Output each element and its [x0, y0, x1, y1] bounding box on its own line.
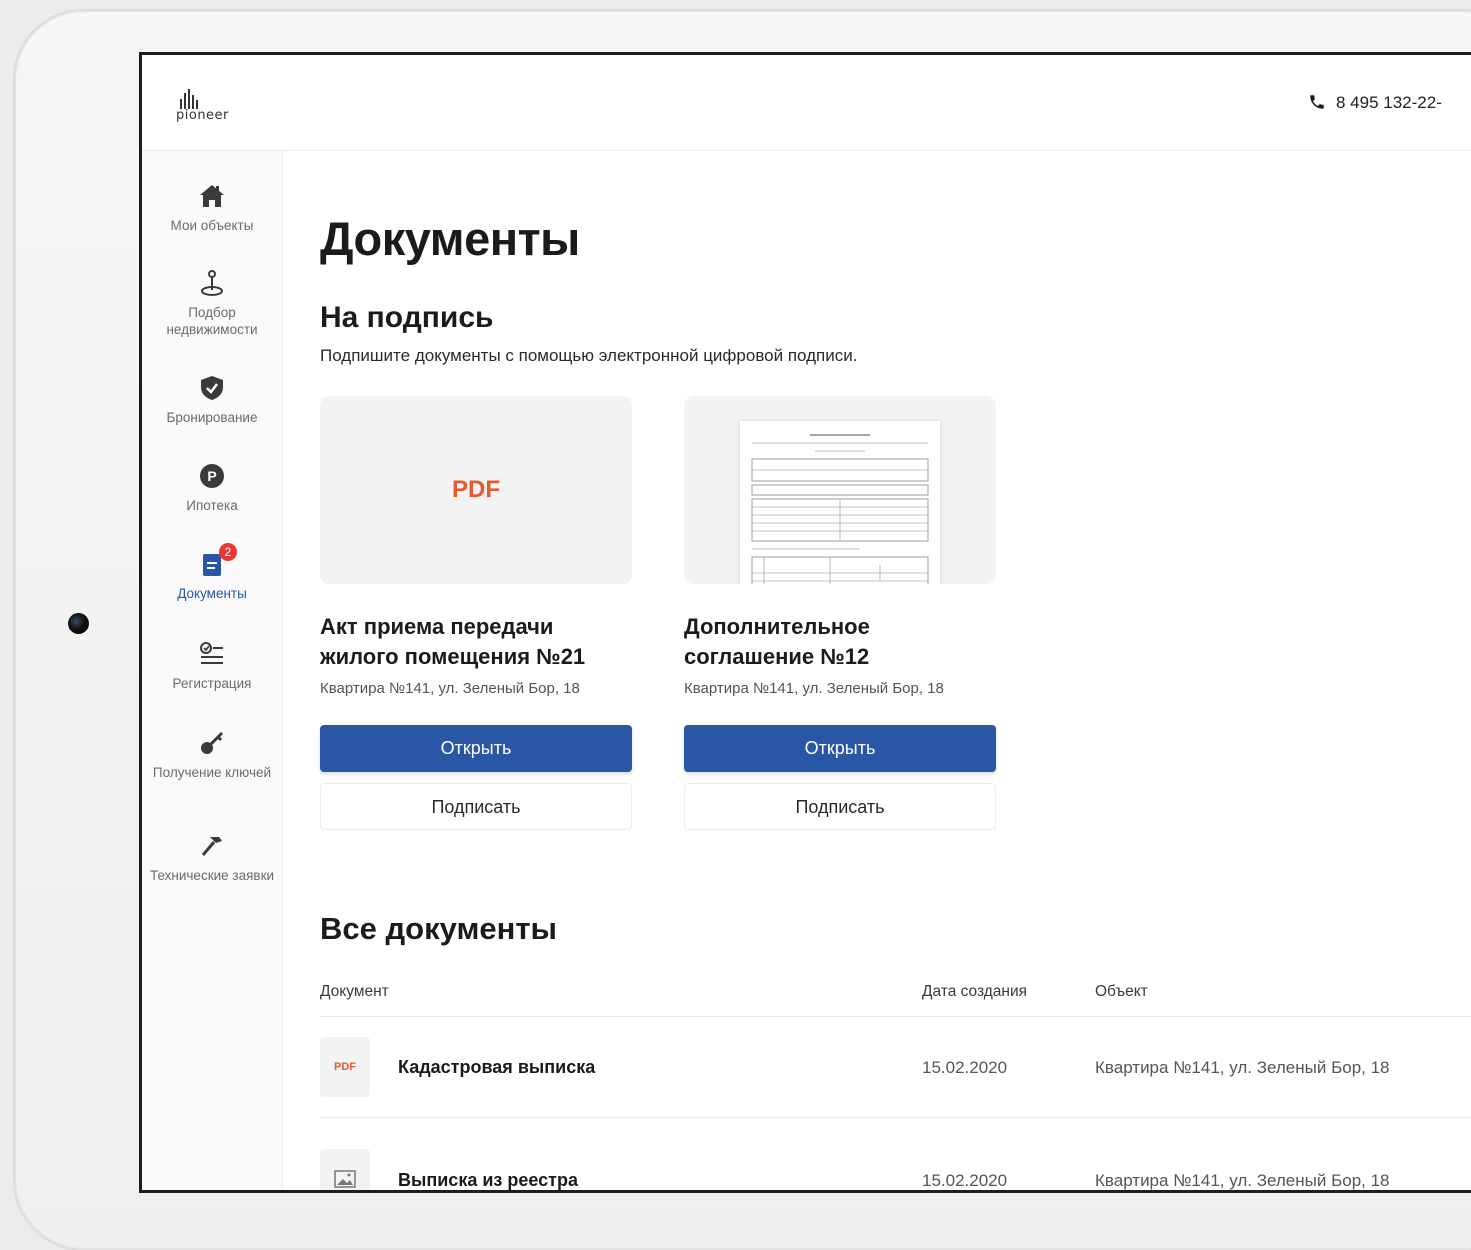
key-icon	[201, 731, 224, 754]
svg-text:P: P	[207, 468, 216, 484]
sidebar-item-documents[interactable]: 2 Документы	[142, 543, 282, 602]
sidebar-item-label: Бронирование	[166, 410, 258, 425]
sidebar-item-tech-requests[interactable]: Технические заявки	[142, 831, 282, 884]
sidebar-item-label: Мои объекты	[170, 218, 254, 233]
pioneer-logo[interactable]: pioneer	[176, 89, 256, 125]
sidebar-item-label: Ипотека	[186, 498, 238, 513]
documents-badge: 2	[219, 543, 237, 561]
row-date: 15.02.2020	[922, 1171, 1008, 1190]
sidebar-item-label: Технические заявки	[149, 868, 275, 883]
sidebar-item-label: Регистрация	[172, 676, 252, 691]
sign-button[interactable]: Подписать	[684, 783, 996, 830]
home-icon	[200, 185, 224, 207]
to-sign-title: На подпись	[320, 301, 494, 334]
image-file-icon	[320, 1149, 370, 1190]
phone-number[interactable]: 8 495 132-22-	[1308, 93, 1442, 113]
sidebar-item-booking[interactable]: Бронирование	[142, 373, 282, 426]
row-date: 15.02.2020	[922, 1058, 1008, 1077]
row-doc-name[interactable]: Выписка из реестра	[398, 1170, 578, 1190]
row-doc-name[interactable]: Кадастровая выписка	[398, 1057, 595, 1078]
sidebar-item-label: Подбор недвижимости	[166, 305, 258, 337]
open-button[interactable]: Открыть	[320, 725, 632, 772]
sign-card: PDF Акт приема передачи жилого помещения…	[320, 396, 632, 830]
open-button[interactable]: Открыть	[684, 725, 996, 772]
phone-icon	[1310, 95, 1324, 109]
card-doc-name: Акт приема передачи жилого помещения №21	[320, 614, 586, 669]
document-preview-image	[740, 421, 940, 584]
pdf-label: PDF	[452, 476, 500, 503]
all-docs-title: Все документы	[320, 911, 557, 946]
sidebar-item-keys[interactable]: Получение ключей	[142, 728, 282, 781]
sidebar-item-property-search[interactable]: Подбор недвижимости	[142, 268, 282, 338]
phone-text: 8 495 132-22-	[1336, 93, 1442, 112]
registration-checklist-icon	[200, 642, 223, 664]
logo-text: pioneer	[176, 108, 229, 123]
sidebar-item-label: Получение ключей	[152, 765, 272, 780]
sidebar-item-label: Документы	[177, 586, 247, 601]
shield-check-icon	[201, 376, 223, 400]
sign-button[interactable]: Подписать	[320, 783, 632, 830]
column-header-document[interactable]: Документ	[320, 983, 389, 1001]
table-divider	[320, 1117, 1471, 1118]
app-header: pioneer 8 495 132-22-	[142, 55, 1471, 151]
sidebar-item-registration[interactable]: Регистрация	[142, 639, 282, 692]
document-lines-graphic	[751, 434, 929, 584]
column-header-date[interactable]: Дата создания	[922, 983, 1027, 1001]
document-thumbnail[interactable]	[684, 396, 996, 584]
document-thumbnail[interactable]: PDF	[320, 396, 632, 584]
page-title: Документы	[320, 212, 580, 265]
sidebar-item-my-objects[interactable]: Мои объекты	[142, 181, 282, 234]
logo-bars-icon	[180, 89, 204, 109]
row-object: Квартира №141, ул. Зеленый Бор, 18	[1095, 1058, 1390, 1077]
hammer-icon	[201, 837, 222, 856]
card-doc-address: Квартира №141, ул. Зеленый Бор, 18	[320, 680, 580, 697]
card-doc-name: Дополнительное соглашение №12	[684, 614, 870, 669]
image-icon	[334, 1170, 356, 1188]
table-divider	[320, 1016, 1471, 1017]
main-content: Документы На подпись Подпишите документы…	[320, 151, 1471, 1190]
sidebar: Мои объекты Подбор недвижимости Брониров…	[142, 151, 283, 1190]
to-sign-subtitle: Подпишите документы с помощью электронно…	[320, 346, 858, 365]
sign-card: Дополнительное соглашение №12 Квартира №…	[684, 396, 996, 830]
column-header-object[interactable]: Объект	[1095, 983, 1148, 1001]
mortgage-p-icon: P	[200, 464, 224, 488]
location-pin-icon	[201, 270, 223, 296]
card-doc-address: Квартира №141, ул. Зеленый Бор, 18	[684, 680, 944, 697]
pdf-file-icon: PDF	[320, 1037, 370, 1097]
row-object: Квартира №141, ул. Зеленый Бор, 18	[1095, 1171, 1390, 1190]
app-screen: pioneer 8 495 132-22- Мои объекты Подбор…	[139, 52, 1471, 1193]
camera-dot	[68, 613, 89, 634]
sidebar-item-mortgage[interactable]: P Ипотека	[142, 461, 282, 514]
